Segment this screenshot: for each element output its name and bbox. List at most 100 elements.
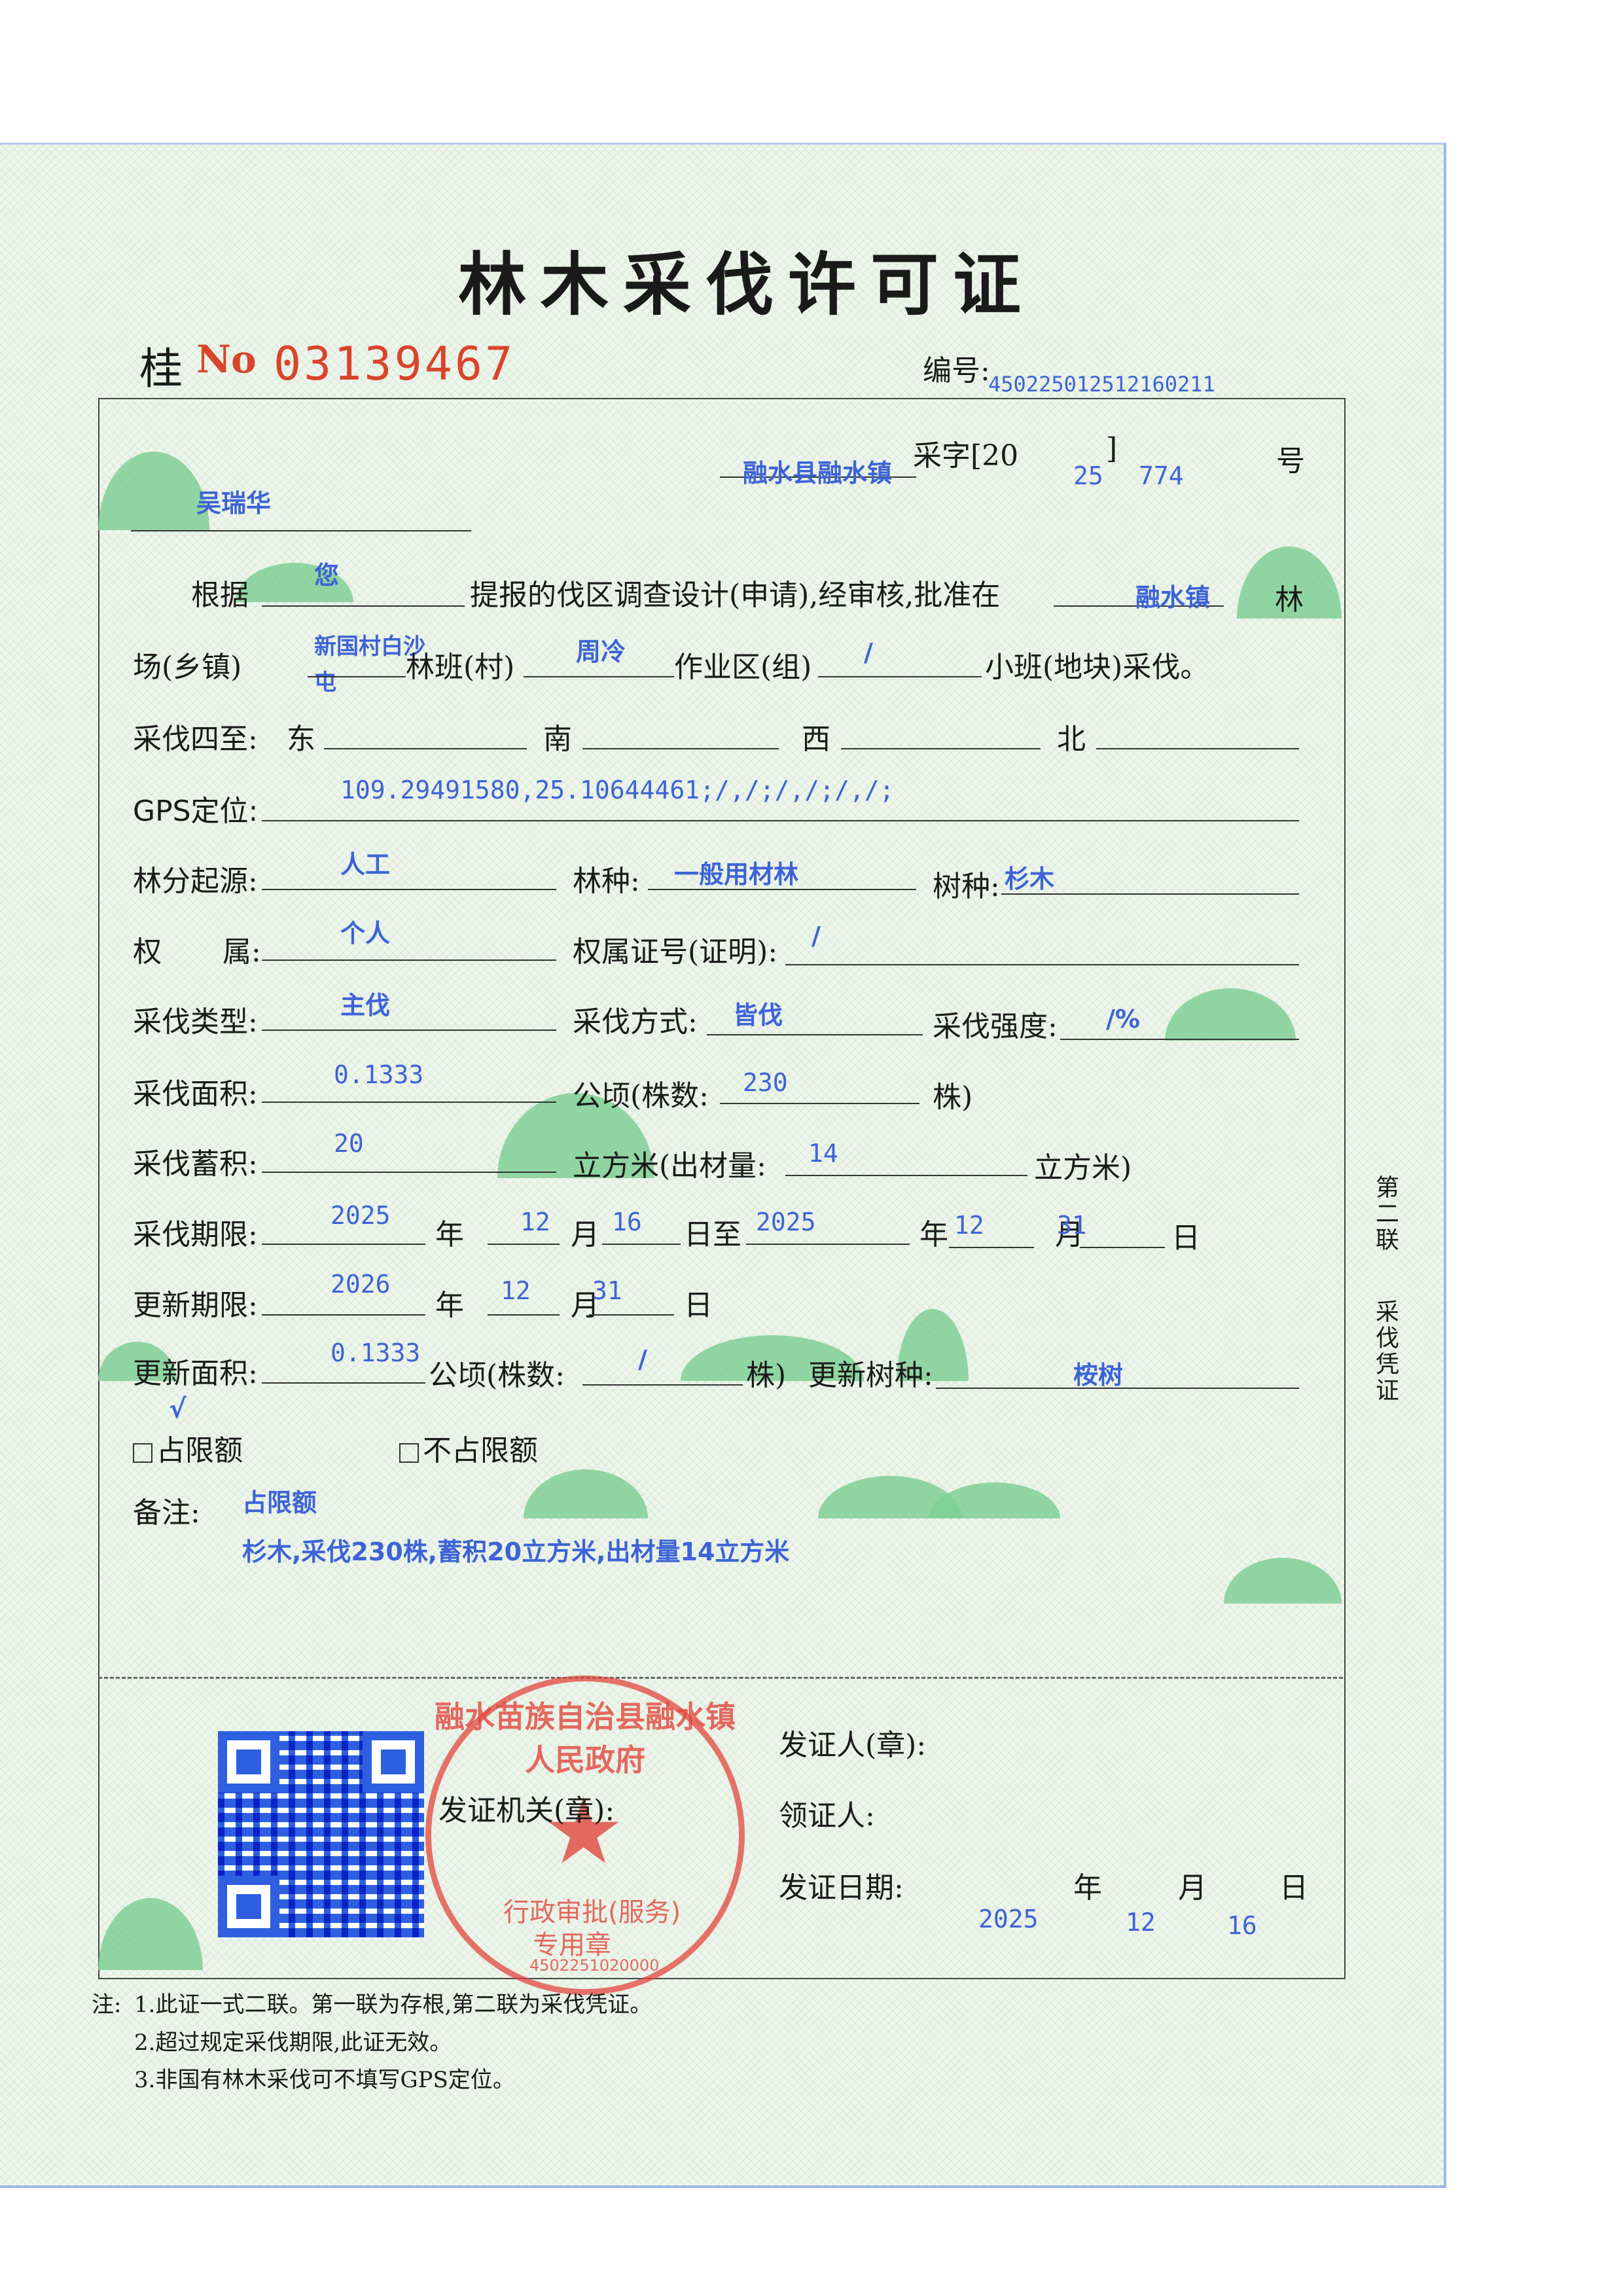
serial-no-value: 03139467 [274,337,516,391]
east-label: 东 [287,723,315,756]
underline [262,1382,425,1384]
remarks-label: 备注: [133,1496,200,1530]
permit-number: 774 [1139,461,1184,490]
underline [785,1175,1027,1176]
underline [262,1102,556,1103]
issue-date-day: 16 [1227,1911,1257,1940]
quota-checkbox[interactable]: 占限额 [133,1427,243,1469]
renew-area-label: 更新面积: [133,1357,258,1390]
issuer-unit: 融水县融水镇 [743,459,893,488]
intensity-label: 采伐强度: [933,1010,1058,1043]
cai-zi-bracket: ] [1106,432,1118,465]
period-end-month: 12 [954,1211,984,1240]
renew-stems-value: / [638,1345,647,1374]
ownership-cert-value: / [812,922,821,950]
underline [262,820,1299,821]
qr-code[interactable] [218,1731,424,1937]
serial-value: 450225012512160211 [988,372,1215,397]
forest-type-value: 一般用材林 [674,860,799,889]
stems-unit: 株) [933,1081,973,1114]
area-value: 0.1333 [334,1060,424,1089]
cut-type-value: 主伐 [340,991,391,1020]
month-char: 月 [1178,1871,1207,1905]
lin-label: 林 [1275,583,1304,617]
qr-finder [363,1731,424,1793]
cut-method-value: 皆伐 [733,1001,783,1030]
north-label: 北 [1057,723,1086,756]
renew-species-value: 桉树 [1073,1361,1124,1390]
applicant-value: 您 [314,561,340,590]
renew-area-value: 0.1333 [330,1338,421,1367]
underline [720,1103,919,1104]
serial-label: 编号: [923,354,990,387]
boundary-label: 采伐四至: [133,723,258,756]
underline [589,1314,674,1316]
underline [262,1172,556,1173]
renew-month: 12 [501,1276,531,1305]
quota-unchecked-label: 不占限额 [423,1434,538,1467]
no-quota-checkbox[interactable]: 不占限额 [399,1427,538,1469]
quota-check-mark: √ [169,1394,187,1424]
day-char: 日 [684,1289,713,1322]
zhi-char: 日至 [684,1218,741,1251]
underline [324,748,527,749]
underline [488,1314,560,1316]
underline [785,964,1299,965]
zuoye-label: 作业区(组) [674,651,812,684]
stems-value: 230 [743,1068,788,1097]
township-label: 场(乡镇) [133,651,242,684]
renew-year: 2026 [330,1270,391,1299]
renew-deadline-label: 更新期限: [133,1289,258,1322]
underline [949,1247,1034,1248]
receiver-label: 领证人: [779,1799,875,1833]
day-char: 日 [1171,1221,1200,1255]
renew-species-label: 更新树种: [808,1359,933,1392]
underline [488,1244,560,1245]
underline [648,889,916,890]
ownership-label: 权 [133,935,162,969]
intensity-value: /% [1106,1005,1140,1033]
underline [1080,1247,1165,1248]
cut-method-label: 采伐方式: [573,1005,698,1039]
volume-unit: 立方米(出材量: [573,1149,766,1183]
qr-finder [218,1731,279,1793]
yield-unit: 立方米) [1034,1151,1132,1185]
xiaoban-label: 小班(地块)采伐。 [985,651,1209,684]
linban-label: 林班(村) [406,651,515,684]
tear-line [98,1677,1343,1679]
south-label: 南 [543,723,572,756]
genju-label: 根据 [191,579,249,612]
renew-stems-unit: 株) [746,1359,787,1392]
renew-day: 31 [592,1276,622,1305]
period-start-day: 16 [612,1208,642,1236]
underline [1001,893,1299,895]
year-char: 年 [919,1218,948,1251]
year-char: 年 [435,1218,464,1251]
permit-year-code: 25 [1073,461,1103,490]
document-title: 林木采伐许可证 [458,244,1036,325]
cai-zi-label: 采字[20 [913,439,1019,473]
origin-value: 人工 [340,850,391,879]
underline [1060,1039,1299,1040]
volume-label: 采伐蓄积: [133,1147,258,1181]
issue-date-month: 12 [1126,1908,1156,1937]
remarks-line-2: 杉木,采伐230株,蓄积20立方米,出材量14立方米 [242,1537,790,1566]
underline [582,748,779,749]
issue-date-year: 2025 [978,1905,1039,1933]
underline [262,1314,425,1316]
underline [308,676,406,677]
notes-prefix: 注: [92,1992,122,2018]
species-value: 杉木 [1005,865,1055,893]
approval-text: 提报的伐区调查设计(申请),经审核,批准在 [470,579,1001,612]
area-label: 采伐面积: [133,1077,258,1111]
serial-no-label: No [196,337,257,382]
day-char: 日 [1279,1871,1308,1905]
authority-label: 发证机关(章): [438,1794,615,1827]
remarks-line-1: 占限额 [242,1488,317,1517]
holder-name: 吴瑞华 [196,489,272,518]
note-3: 3.非国有林木采伐可不填写GPS定位。 [134,2067,515,2093]
ownership-value: 个人 [340,919,391,948]
ownership-label-cont: 属: [223,935,261,969]
period-start-year: 2025 [330,1201,391,1230]
origin-label: 林分起源: [133,865,258,898]
